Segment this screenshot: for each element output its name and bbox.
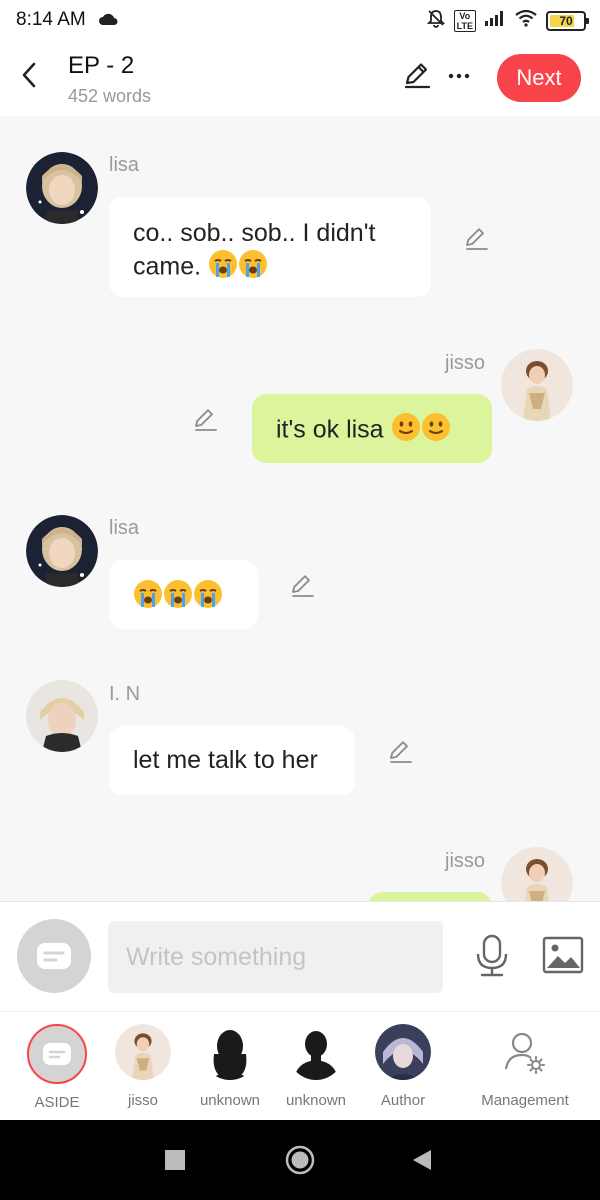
author-avatar bbox=[375, 1024, 431, 1080]
character-label: Author bbox=[380, 1092, 426, 1109]
pencil-icon bbox=[390, 741, 412, 763]
edit-message-button[interactable] bbox=[193, 407, 219, 438]
slightly-smiling-face-icon bbox=[421, 412, 451, 450]
word-count: 452 words bbox=[68, 86, 152, 106]
character-label: unknown bbox=[199, 1092, 261, 1109]
loudly-crying-face-icon bbox=[238, 249, 268, 287]
message-bubble[interactable]: it's ok lisa bbox=[252, 394, 492, 463]
management-button[interactable]: Management bbox=[480, 1024, 570, 1109]
aside-avatar bbox=[27, 1024, 87, 1084]
message-input[interactable] bbox=[108, 921, 443, 993]
triangle-back-icon bbox=[413, 1150, 431, 1170]
lisa-avatar[interactable] bbox=[26, 152, 98, 224]
status-time: 8:14 AM bbox=[16, 9, 86, 30]
image-icon bbox=[542, 936, 584, 974]
status-icons: Vo LTE 70 bbox=[426, 8, 589, 33]
pencil-icon bbox=[404, 63, 431, 89]
pencil-icon bbox=[195, 409, 217, 431]
character-bar: ASIDE jisso unknown unknown Author Manag… bbox=[0, 1011, 600, 1120]
character-unknown-2[interactable]: unknown bbox=[271, 1024, 361, 1109]
character-aside[interactable]: ASIDE bbox=[12, 1024, 102, 1111]
back-arrow-icon bbox=[22, 62, 36, 88]
volte-icon: Vo LTE bbox=[453, 9, 476, 32]
jisso-avatar bbox=[115, 1024, 171, 1080]
aside-chat-icon bbox=[37, 943, 71, 969]
aside-chat-icon bbox=[43, 1043, 71, 1065]
pencil-icon bbox=[466, 228, 488, 250]
message-text: it's ok lisa bbox=[276, 415, 384, 444]
edit-title-button[interactable] bbox=[402, 60, 432, 95]
sender-name: I. N bbox=[109, 683, 141, 705]
more-options-button[interactable] bbox=[448, 60, 470, 93]
character-jisso[interactable]: jisso bbox=[98, 1024, 188, 1109]
edit-message-button[interactable] bbox=[388, 739, 414, 770]
silhouette-avatar bbox=[202, 1024, 258, 1080]
sender-name: jisso bbox=[445, 352, 486, 374]
message-bubble[interactable]: co.. sob.. sob.. I didn't came. bbox=[109, 197, 431, 297]
character-label: unknown bbox=[285, 1092, 347, 1109]
square-icon bbox=[165, 1150, 185, 1170]
sender-name: lisa bbox=[109, 517, 140, 539]
image-button[interactable] bbox=[542, 936, 584, 979]
message-text: let me talk to her bbox=[133, 746, 318, 774]
user-settings-icon bbox=[497, 1024, 553, 1080]
back-button[interactable] bbox=[14, 58, 44, 92]
message-bubble[interactable] bbox=[368, 892, 492, 901]
recents-button[interactable] bbox=[165, 1150, 185, 1175]
input-bar bbox=[0, 901, 600, 1011]
status-bar: 8:14 AM Vo LTE 70 bbox=[0, 0, 600, 40]
message-bubble[interactable] bbox=[109, 560, 258, 629]
character-label: ASIDE bbox=[34, 1094, 80, 1111]
header: EP - 2 452 words Next bbox=[0, 40, 600, 116]
sender-name: jisso bbox=[445, 850, 486, 872]
wifi-icon bbox=[514, 9, 538, 32]
character-label: jisso bbox=[127, 1092, 158, 1109]
system-nav-bar bbox=[0, 1120, 600, 1200]
character-unknown-1[interactable]: unknown bbox=[185, 1024, 275, 1109]
character-author[interactable]: Author bbox=[358, 1024, 448, 1109]
chat-area[interactable]: lisa co.. sob.. sob.. I didn't came. jis… bbox=[0, 116, 600, 901]
slightly-smiling-face-icon bbox=[391, 412, 421, 450]
pencil-icon bbox=[292, 575, 314, 597]
signal-icon bbox=[484, 10, 506, 31]
battery-icon: 70 bbox=[546, 10, 589, 31]
back-nav-button[interactable] bbox=[412, 1149, 432, 1176]
edit-message-button[interactable] bbox=[464, 226, 490, 257]
microphone-icon bbox=[476, 934, 508, 977]
cloud-icon bbox=[98, 12, 118, 31]
sender-name: lisa bbox=[109, 154, 140, 176]
silhouette-avatar bbox=[288, 1024, 344, 1080]
home-button[interactable] bbox=[285, 1145, 315, 1180]
edit-message-button[interactable] bbox=[290, 573, 316, 604]
battery-level: 70 bbox=[559, 13, 573, 28]
loudly-crying-face-icon bbox=[133, 579, 163, 617]
message-bubble[interactable]: let me talk to her bbox=[109, 726, 355, 795]
loudly-crying-face-icon bbox=[163, 579, 193, 617]
next-button[interactable]: Next bbox=[497, 54, 581, 102]
bell-off-icon bbox=[426, 8, 446, 33]
loudly-crying-face-icon bbox=[208, 249, 238, 287]
jisso-avatar[interactable] bbox=[501, 847, 573, 901]
more-dots-icon bbox=[448, 73, 470, 79]
lisa-avatar[interactable] bbox=[26, 515, 98, 587]
circle-icon bbox=[285, 1145, 315, 1175]
loudly-crying-face-icon bbox=[193, 579, 223, 617]
jisso-avatar[interactable] bbox=[501, 349, 573, 421]
character-label: Management bbox=[481, 1092, 569, 1109]
aside-button[interactable] bbox=[17, 919, 91, 993]
episode-title: EP - 2 bbox=[68, 52, 135, 79]
microphone-button[interactable] bbox=[474, 934, 510, 983]
in-avatar[interactable] bbox=[26, 680, 98, 752]
